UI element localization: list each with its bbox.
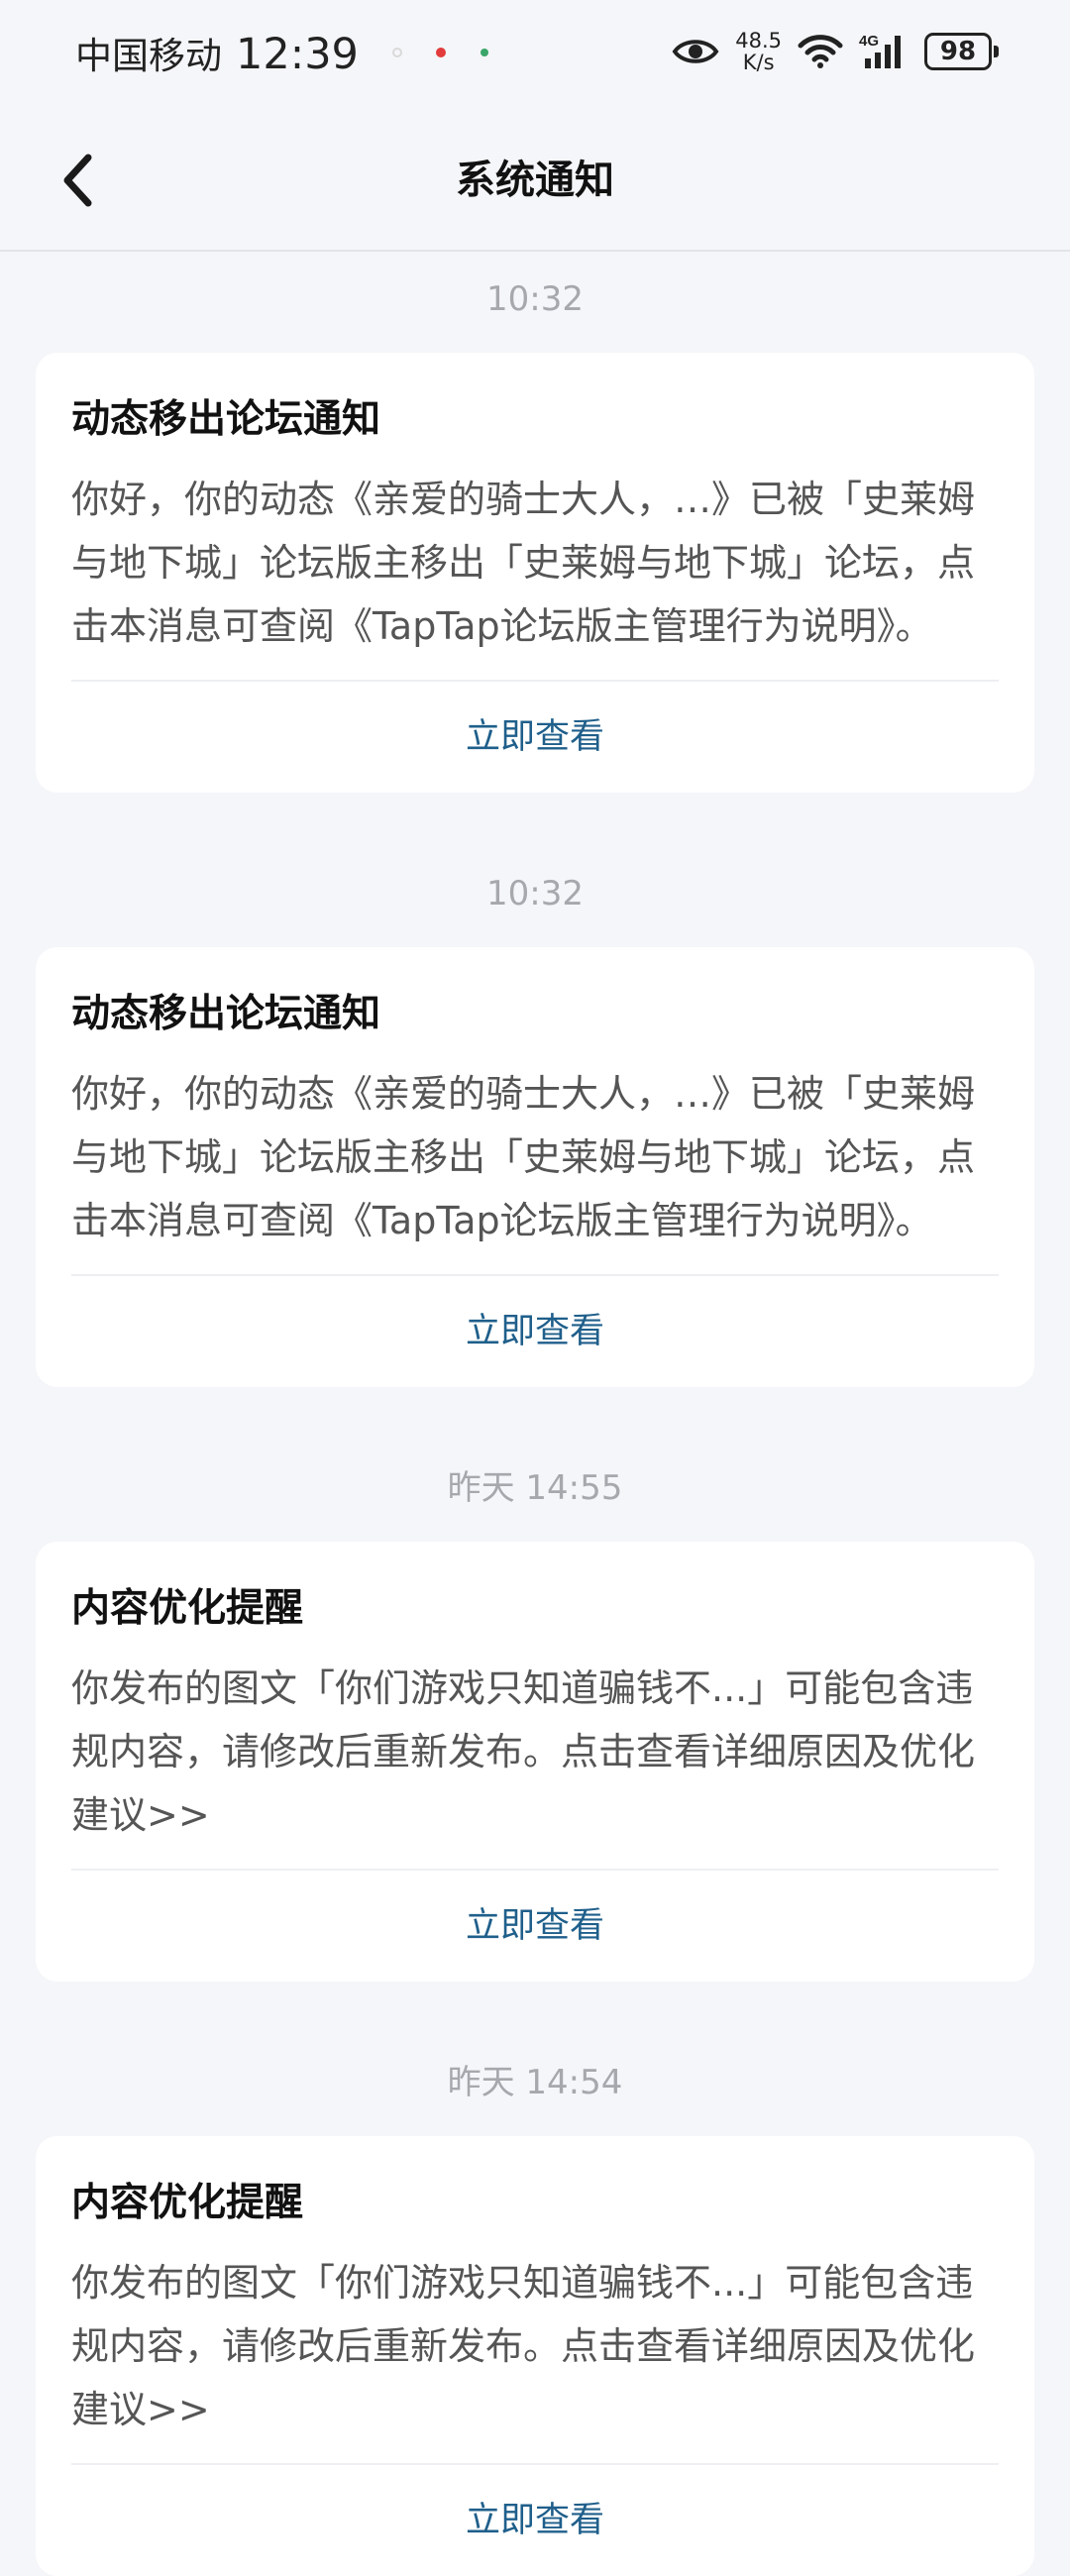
notification-title: 内容优化提醒 bbox=[71, 1586, 304, 1631]
battery-icon: 98 bbox=[924, 33, 999, 70]
app-notification-icon bbox=[391, 48, 402, 57]
message-timestamp: 昨天 14:54 bbox=[447, 2063, 623, 2102]
notification-card[interactable]: 动态移出论坛通知 你好，你的动态《亲爱的骑士大人，…》已被「史莱姆与地下城」论坛… bbox=[36, 353, 1034, 793]
view-now-link[interactable]: 立即查看 bbox=[71, 2465, 999, 2576]
page-title: 系统通知 bbox=[456, 158, 614, 203]
notification-card[interactable]: 内容优化提醒 你发布的图文「你们游戏只知道骗钱不...」可能包含违规内容，请修改… bbox=[36, 1542, 1034, 1982]
message-timestamp: 昨天 14:55 bbox=[447, 1468, 623, 1508]
notification-title: 动态移出论坛通知 bbox=[71, 397, 381, 442]
notification-title: 动态移出论坛通知 bbox=[71, 992, 381, 1036]
network-speed-value: 48.5 bbox=[735, 29, 782, 53]
navigation-bar: 系统通知 bbox=[0, 109, 1070, 252]
network-type-label: 4G bbox=[859, 33, 879, 50]
status-time: 12:39 bbox=[236, 30, 359, 79]
cellular-signal-icon: 4G bbox=[859, 33, 901, 68]
notification-list[interactable]: 10:32 动态移出论坛通知 你好，你的动态《亲爱的骑士大人，…》已被「史莱姆与… bbox=[0, 275, 1070, 2576]
carrier-name: 中国移动 bbox=[75, 35, 222, 77]
status-left: 中国移动 12:39 bbox=[75, 26, 491, 79]
view-now-link[interactable]: 立即查看 bbox=[71, 682, 999, 793]
notification-body: 你发布的图文「你们游戏只知道骗钱不...」可能包含违规内容，请修改后重新发布。点… bbox=[71, 1666, 976, 1837]
notification-body: 你好，你的动态《亲爱的骑士大人，…》已被「史莱姆与地下城」论坛版主移出「史莱姆与… bbox=[71, 478, 976, 648]
network-speed-unit: K/s bbox=[742, 51, 775, 74]
app-notification-icon bbox=[480, 49, 488, 56]
battery-tip bbox=[994, 46, 999, 57]
notification-body: 你好，你的动态《亲爱的骑士大人，…》已被「史莱姆与地下城」论坛版主移出「史莱姆与… bbox=[71, 1072, 976, 1242]
status-bar: 中国移动 12:39 48.5 K/s 4G 98 bbox=[0, 0, 1070, 109]
wifi-icon bbox=[798, 35, 843, 68]
view-now-link[interactable]: 立即查看 bbox=[71, 1276, 999, 1387]
notification-card[interactable]: 内容优化提醒 你发布的图文「你们游戏只知道骗钱不...」可能包含违规内容，请修改… bbox=[36, 2136, 1034, 2576]
notification-card[interactable]: 动态移出论坛通知 你好，你的动态《亲爱的骑士大人，…》已被「史莱姆与地下城」论坛… bbox=[36, 947, 1034, 1387]
eye-comfort-icon bbox=[672, 40, 719, 63]
network-speed: 48.5 K/s bbox=[735, 30, 782, 73]
message-timestamp: 10:32 bbox=[486, 279, 584, 319]
message-timestamp: 10:32 bbox=[486, 874, 584, 913]
status-right: 48.5 K/s 4G 98 bbox=[672, 30, 999, 73]
view-now-link[interactable]: 立即查看 bbox=[71, 1871, 999, 1982]
notification-body: 你发布的图文「你们游戏只知道骗钱不...」可能包含违规内容，请修改后重新发布。点… bbox=[71, 2261, 976, 2431]
app-notification-icon bbox=[435, 48, 446, 57]
notification-title: 内容优化提醒 bbox=[71, 2181, 304, 2225]
battery-level: 98 bbox=[924, 33, 992, 70]
notification-icons bbox=[390, 46, 491, 59]
